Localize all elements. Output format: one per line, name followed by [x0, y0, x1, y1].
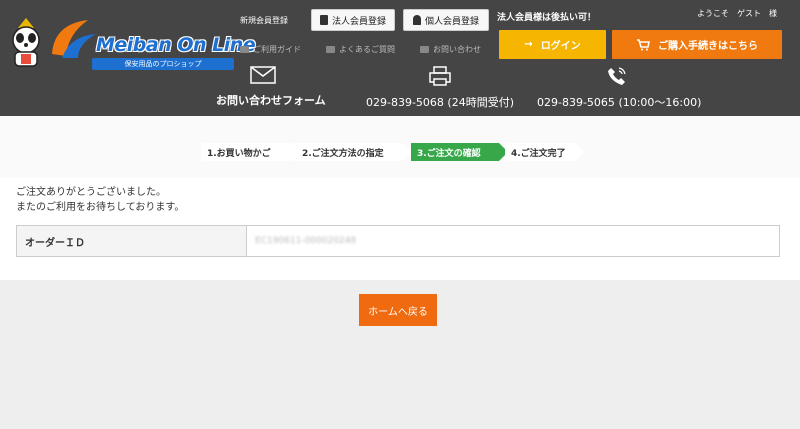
corporate-note: 法人会員様は後払い可！: [497, 13, 597, 23]
order-id-table: オーダーＩＤ EC190611-000020248: [16, 225, 780, 257]
logo-swoosh-icon: [52, 20, 96, 58]
thanks-message: ご注文ありがとうございました。 またのご利用をお待ちしております。: [16, 185, 184, 215]
logo-subtitle: 保安用品のプロショップ: [92, 58, 234, 70]
order-id-label: オーダーＩＤ: [17, 226, 247, 256]
login-button[interactable]: → ログイン: [499, 30, 606, 59]
login-label: ログイン: [540, 41, 581, 52]
mail-icon: [420, 46, 429, 53]
inquiry-label: お問い合わせ: [433, 45, 481, 54]
checkout-label: ご購入手続きはこちら: [658, 41, 758, 52]
logo-text: Meiban On Line: [96, 34, 256, 56]
corporate-register-label: 法人会員登録: [331, 16, 386, 27]
step-cart: 1.お買い物かご: [201, 143, 302, 161]
contact-form-label: お問い合わせフォーム: [216, 94, 326, 107]
faq-icon: [326, 46, 335, 53]
step-confirm: 3.ご注文の確認: [411, 143, 508, 161]
order-id-value: EC190611-000020248: [255, 236, 357, 246]
tel-note: (10:00〜16:00): [618, 96, 702, 109]
login-icon: →: [524, 39, 533, 50]
site-header: Meiban On Line 保安用品のプロショップ 新規会員登録 法人会員登録…: [0, 0, 800, 116]
faq-label: よくあるご質問: [339, 45, 395, 54]
guide-link[interactable]: ご利用ガイド: [240, 44, 301, 55]
tel-number: 029-839-5065: [537, 96, 615, 109]
guide-icon: [240, 46, 249, 53]
checkout-button[interactable]: ご購入手続きはこちら: [612, 30, 782, 59]
step-method: 2.ご注文方法の指定: [296, 143, 411, 161]
fax-icon: [429, 66, 451, 86]
new-member-link[interactable]: 新規会員登録: [240, 15, 288, 26]
personal-register-button[interactable]: 個人会員登録: [403, 9, 489, 31]
contact-form-link[interactable]: お問い合わせフォーム: [216, 66, 326, 108]
fax-note: (24時間受付): [447, 96, 515, 109]
building-icon: [319, 15, 328, 25]
faq-link[interactable]: よくあるご質問: [326, 44, 395, 55]
welcome-text: ようこそ ゲスト 様: [697, 9, 777, 18]
tel-info: 029-839-5065 (10:00〜16:00): [537, 66, 701, 110]
fax-info: 029-839-5068 (24時間受付): [365, 66, 515, 110]
home-button[interactable]: ホームへ戻る: [359, 294, 437, 326]
personal-register-label: 個人会員登録: [424, 16, 479, 27]
person-icon: [412, 15, 421, 25]
thanks-line-2: またのご利用をお待ちしております。: [16, 202, 185, 213]
corporate-register-button[interactable]: 法人会員登録: [311, 9, 395, 31]
envelope-icon: [250, 66, 276, 84]
fax-number: 029-839-5068: [365, 96, 444, 109]
mascot-icon: [12, 18, 40, 67]
cart-icon: [637, 38, 650, 50]
guide-label: ご利用ガイド: [253, 45, 301, 54]
thanks-line-1: ご注文ありがとうございました。: [16, 187, 166, 198]
inquiry-link[interactable]: お問い合わせ: [420, 44, 481, 55]
step-complete: 4.ご注文完了: [505, 143, 584, 161]
phone-icon: [608, 67, 626, 85]
site-logo[interactable]: Meiban On Line 保安用品のプロショップ: [4, 6, 256, 70]
